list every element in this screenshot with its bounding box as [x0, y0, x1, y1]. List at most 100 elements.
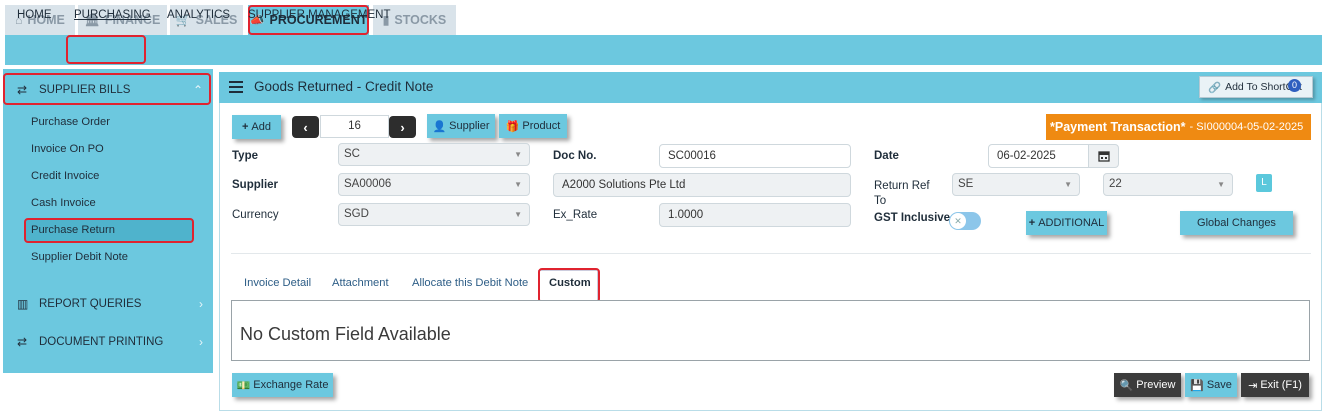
- currency-value: SGD: [344, 208, 369, 220]
- chevron-up-icon: ⌃: [192, 83, 203, 97]
- tab-allocate-debit-note[interactable]: Allocate this Debit Note: [412, 277, 528, 289]
- sidebar-item-cash-invoice[interactable]: Cash Invoice: [31, 193, 96, 213]
- search-icon: 🔍: [1119, 379, 1134, 392]
- return-ref-label-line2: To: [874, 195, 887, 207]
- date-label: Date: [874, 150, 899, 162]
- next-record-button[interactable]: ›: [389, 116, 416, 138]
- exchange-icon: ⇄: [17, 335, 28, 349]
- supplier-label: Supplier: [449, 120, 490, 132]
- subnav-analytics[interactable]: ANALYTICS: [167, 0, 230, 30]
- global-changes-button[interactable]: Global Changes: [1180, 211, 1293, 235]
- supplier-label-field: Supplier: [232, 179, 279, 191]
- caret-down-icon: ▼: [1064, 180, 1072, 189]
- global-changes-label: Global Changes: [1197, 217, 1276, 229]
- return-ref-select[interactable]: SE ▼: [952, 173, 1080, 196]
- exrate-field[interactable]: 1.0000: [659, 203, 851, 227]
- additional-label: ADDITIONAL: [1038, 217, 1105, 229]
- sidebar-item-purchase-return[interactable]: Purchase Return: [31, 220, 115, 240]
- product-label: Product: [522, 120, 561, 132]
- previous-record-button[interactable]: ‹: [292, 116, 319, 138]
- sidebar-item-invoice-on-po[interactable]: Invoice On PO: [31, 139, 104, 159]
- gift-icon: 🎁: [505, 120, 520, 133]
- docno-label: Doc No.: [553, 150, 597, 162]
- chevron-right-icon: ›: [199, 297, 203, 311]
- save-button[interactable]: 💾 Save: [1185, 373, 1237, 397]
- exchange-icon: ⇄: [17, 83, 28, 97]
- page-title: Goods Returned - Credit Note: [254, 79, 434, 94]
- return-ref-number-select[interactable]: 22 ▼: [1103, 173, 1233, 196]
- menu-icon[interactable]: [229, 81, 243, 93]
- sidebar-item-supplier-debit-note[interactable]: Supplier Debit Note: [31, 247, 128, 267]
- tab-custom[interactable]: Custom: [549, 277, 591, 289]
- supplier-value: SA00006: [344, 178, 392, 190]
- exit-button[interactable]: ⇥ Exit (F1): [1241, 373, 1309, 397]
- sidebar-section-label: REPORT QUERIES: [39, 298, 142, 310]
- preview-button[interactable]: 🔍 Preview: [1114, 373, 1181, 397]
- sidebar-section-document-printing[interactable]: ⇄ DOCUMENT PRINTING ›: [3, 323, 213, 361]
- product-button[interactable]: 🎁 Product: [499, 114, 567, 138]
- gst-inclusive-toggle[interactable]: ✕: [949, 212, 981, 230]
- sidebar-section-label: SUPPLIER BILLS: [39, 84, 131, 96]
- calendar-icon[interactable]: [1088, 144, 1119, 168]
- return-ref-label: Return Ref To: [874, 179, 930, 209]
- sidebar: ⇄ SUPPLIER BILLS ⌃ Purchase Order Invoic…: [3, 69, 213, 373]
- exit-label: Exit (F1): [1260, 379, 1302, 391]
- caret-down-icon: ▼: [514, 210, 522, 219]
- docno-field[interactable]: SC00016: [659, 144, 851, 168]
- supplier-button[interactable]: 👤 Supplier: [427, 114, 495, 138]
- l-button[interactable]: L: [1256, 174, 1272, 192]
- tab-stocks-label: STOCKS: [394, 13, 447, 27]
- exrate-label: Ex_Rate: [553, 209, 598, 221]
- subnav-purchasing[interactable]: PURCHASING: [74, 0, 151, 30]
- caret-down-icon: ▼: [514, 150, 522, 159]
- payment-transaction-ref: - SI000004-05-02-2025: [1189, 121, 1304, 133]
- sidebar-item-credit-invoice[interactable]: Credit Invoice: [31, 166, 99, 186]
- chevron-right-icon: ›: [400, 119, 405, 135]
- date-field[interactable]: 06-02-2025: [988, 144, 1089, 168]
- exchange-rate-button[interactable]: 💵 Exchange Rate: [232, 373, 333, 397]
- supplier-select[interactable]: SA00006 ▼: [338, 173, 530, 196]
- divider: [231, 253, 1311, 254]
- caret-down-icon: ▼: [514, 180, 522, 189]
- toggle-knob: ✕: [950, 213, 966, 229]
- tab-attachment[interactable]: Attachment: [332, 277, 389, 289]
- money-icon: 💵: [236, 379, 251, 392]
- add-button[interactable]: + Add: [232, 115, 281, 139]
- return-ref-label-line1: Return Ref: [874, 180, 930, 192]
- add-label: Add: [251, 121, 271, 133]
- sidebar-section-report-queries[interactable]: ▥ REPORT QUERIES ›: [3, 285, 213, 323]
- supplier-name-field: A2000 Solutions Pte Ltd: [553, 173, 851, 197]
- additional-button[interactable]: + ADDITIONAL: [1026, 211, 1107, 235]
- subnav-supplier-management[interactable]: SUPPLIER MANAGEMENT: [248, 0, 391, 30]
- user-icon: 👤: [432, 120, 447, 133]
- floppy-icon: 💾: [1190, 379, 1204, 392]
- return-ref-value: SE: [958, 178, 974, 190]
- payment-transaction-banner[interactable]: *Payment Transaction* - SI000004-05-02-2…: [1046, 114, 1311, 140]
- bar-chart-icon: ▥: [17, 297, 29, 311]
- shortcut-count-badge: 0: [1288, 79, 1301, 92]
- gst-inclusive-label: GST Inclusive: [874, 212, 951, 224]
- save-label: Save: [1206, 379, 1232, 391]
- exchange-rate-label: Exchange Rate: [253, 379, 329, 391]
- return-ref-number-value: 22: [1109, 178, 1122, 190]
- payment-transaction-title: *Payment Transaction*: [1050, 120, 1186, 134]
- type-value: SC: [344, 148, 360, 160]
- type-select[interactable]: SC ▼: [338, 143, 530, 166]
- sidebar-section-supplier-bills[interactable]: ⇄ SUPPLIER BILLS ⌃: [3, 71, 213, 109]
- plus-icon: +: [1028, 217, 1036, 229]
- sidebar-item-purchase-order[interactable]: Purchase Order: [31, 112, 110, 132]
- sub-navigation: [5, 35, 1322, 65]
- preview-label: Preview: [1136, 379, 1176, 391]
- currency-select[interactable]: SGD ▼: [338, 203, 530, 226]
- caret-down-icon: ▼: [1217, 180, 1225, 189]
- type-label: Type: [232, 150, 258, 162]
- no-custom-field-message: No Custom Field Available: [240, 324, 451, 344]
- chevron-right-icon: ›: [199, 335, 203, 349]
- record-number-field[interactable]: 16: [320, 115, 389, 138]
- chevron-left-icon: ‹: [303, 119, 308, 135]
- link-icon: 🔗: [1208, 81, 1222, 94]
- tab-invoice-detail[interactable]: Invoice Detail: [244, 277, 311, 289]
- subnav-home[interactable]: HOME: [17, 0, 52, 30]
- sign-out-icon: ⇥: [1248, 379, 1258, 392]
- sidebar-section-label: DOCUMENT PRINTING: [39, 336, 164, 348]
